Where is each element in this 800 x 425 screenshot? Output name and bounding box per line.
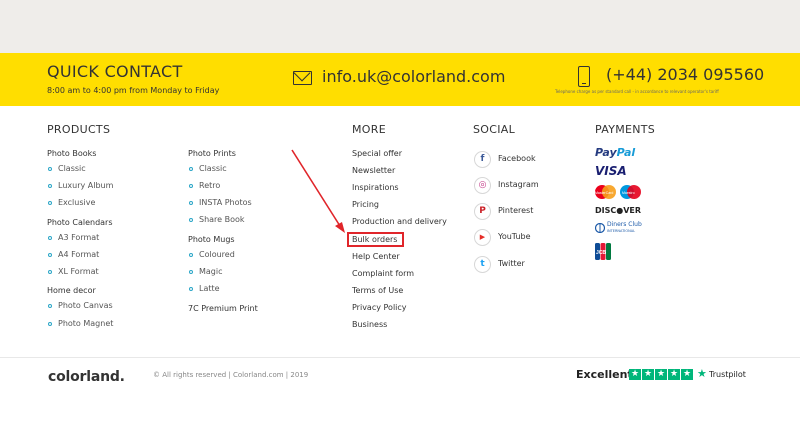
social-link-youtube[interactable]: YouTube bbox=[498, 232, 531, 241]
annotation-arrow bbox=[291, 149, 345, 233]
youtube-glyph: ▶ bbox=[479, 233, 486, 241]
youtube-icon[interactable]: ▶ bbox=[474, 229, 491, 246]
star-icon: ★ bbox=[681, 369, 693, 380]
twitter-icon[interactable]: t bbox=[474, 256, 491, 273]
colorland-logo[interactable]: colorland. bbox=[48, 369, 125, 385]
copyright-text: © All rights reserved | Colorland.com | … bbox=[153, 371, 309, 379]
facebook-glyph: f bbox=[480, 154, 485, 164]
star-icon: ★ bbox=[668, 369, 680, 380]
mastercard-logo-text: MasterCard bbox=[595, 191, 613, 195]
paypal-logo-text: Pal bbox=[616, 146, 636, 159]
diners-club-logo: Diners Club INTERNATIONAL bbox=[595, 222, 642, 234]
jcb-logo: JCB bbox=[595, 243, 611, 264]
pinterest-icon[interactable]: P bbox=[474, 203, 491, 220]
discover-logo-text: VER bbox=[623, 206, 642, 215]
mastercard-maestro-logos: MasterCard Maestro bbox=[595, 184, 647, 200]
pinterest-glyph: P bbox=[479, 206, 486, 216]
paypal-logo-text: Pay bbox=[595, 146, 617, 159]
star-icon: ★ bbox=[642, 369, 654, 380]
jcb-logo-text: JCB bbox=[596, 250, 606, 256]
discover-logo-text: DISC bbox=[595, 206, 617, 215]
footer-divider bbox=[0, 357, 800, 358]
social-link-pinterest[interactable]: Pinterest bbox=[498, 206, 533, 215]
maestro-logo-text: Maestro bbox=[622, 191, 635, 195]
social-link-facebook[interactable]: Facebook bbox=[498, 154, 536, 163]
twitter-glyph: t bbox=[480, 259, 485, 269]
instagram-glyph: ◎ bbox=[478, 180, 487, 190]
paypal-logo: PayPal bbox=[595, 146, 635, 159]
discover-logo: DISC●VER bbox=[595, 206, 642, 215]
rating-label: Excellent bbox=[576, 368, 633, 381]
star-icon: ★ bbox=[629, 369, 641, 380]
diners-logo-text: INTERNATIONAL bbox=[607, 229, 636, 233]
trustpilot-star-icon: ★ bbox=[697, 367, 707, 380]
trustpilot-stars: ★ ★ ★ ★ ★ bbox=[629, 369, 693, 380]
social-heading: SOCIAL bbox=[473, 123, 516, 136]
star-icon: ★ bbox=[655, 369, 667, 380]
facebook-icon[interactable]: f bbox=[474, 151, 491, 168]
instagram-icon[interactable]: ◎ bbox=[474, 177, 491, 194]
trustpilot-link[interactable]: Trustpilot bbox=[709, 370, 746, 379]
social-link-twitter[interactable]: Twitter bbox=[498, 259, 525, 268]
payments-heading: PAYMENTS bbox=[595, 123, 656, 136]
visa-logo: VISA bbox=[595, 164, 627, 178]
social-link-instagram[interactable]: Instagram bbox=[498, 180, 539, 189]
